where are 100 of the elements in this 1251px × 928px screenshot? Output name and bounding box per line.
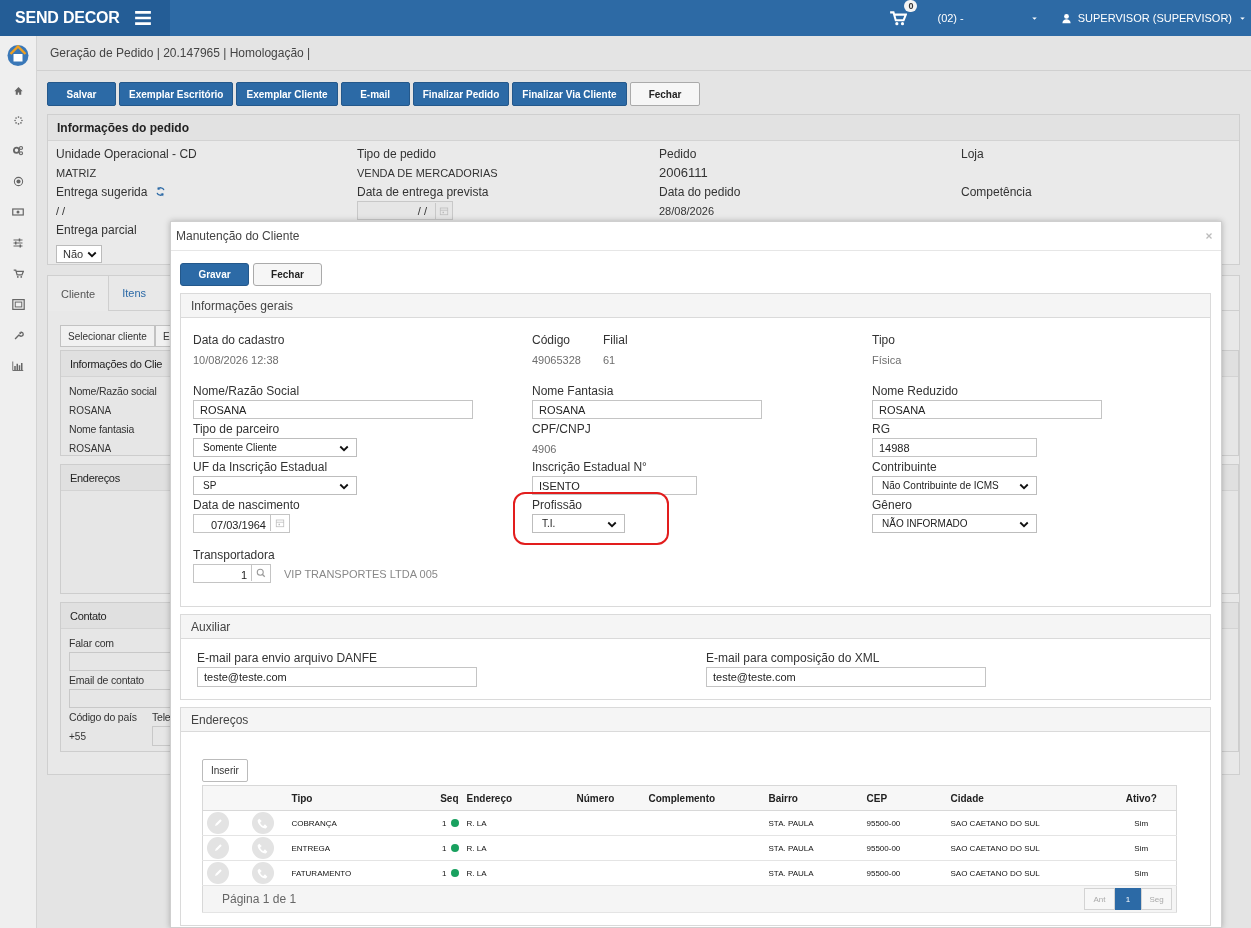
menu-icon[interactable]: [132, 9, 153, 27]
toolbar-button[interactable]: Finalizar Via Cliente: [512, 82, 627, 106]
table-cell: Sim: [1134, 818, 1149, 828]
bar-chart-icon[interactable]: [12, 360, 24, 372]
banknote-icon[interactable]: [12, 206, 24, 218]
field-label: Tipo de pedido: [357, 146, 436, 161]
field-value: +55: [69, 730, 86, 742]
field-label: Tipo: [872, 333, 895, 347]
field-label: Tipo de parceiro: [193, 422, 280, 436]
field-label: Falar com: [69, 637, 114, 649]
user-menu[interactable]: SUPERVISOR (SUPERVISOR): [1060, 12, 1247, 24]
action-button[interactable]: Selecionar cliente: [60, 325, 155, 347]
field-label: E-mail para envio arquivo DANFE: [197, 651, 378, 665]
toolbar-button[interactable]: Exemplar Escritório: [119, 82, 234, 106]
pager-button[interactable]: 1: [1115, 888, 1141, 910]
section-title: Informações gerais: [191, 298, 294, 313]
table-cell: Sim: [1134, 843, 1149, 853]
carrier-name: VIP TRANSPORTES LTDA 005: [284, 567, 438, 580]
field-label: Data de nascimento: [193, 498, 300, 512]
field-value: 61: [602, 354, 616, 366]
tab[interactable]: Cliente: [48, 276, 110, 311]
select-field[interactable]: Não Contribuinte de ICMS: [872, 476, 1037, 495]
dialog-button[interactable]: Fechar: [253, 263, 322, 286]
column-header: Ativo?: [1125, 792, 1157, 804]
select-field[interactable]: T.I.: [532, 514, 625, 533]
text-field[interactable]: ROSANA: [532, 400, 762, 419]
field-label: Filial: [602, 333, 628, 347]
store-dropdown[interactable]: (02) -: [937, 12, 1039, 24]
field-label: Nome Reduzido: [872, 384, 959, 398]
page-title: Geração de Pedido | 20.147965 | Homologação |: [50, 46, 311, 60]
field-value: / /: [56, 204, 66, 217]
spinner-icon[interactable]: [12, 115, 24, 126]
field-label: Contribuinte: [872, 460, 937, 474]
email-field[interactable]: teste@teste.com: [706, 667, 986, 687]
toolbar-button[interactable]: Salvar: [47, 82, 116, 106]
image-frame-icon[interactable]: [11, 298, 25, 311]
field-label: Nome/Razão Social: [193, 384, 300, 398]
field-value: VENDA DE MERCADORIAS: [357, 166, 498, 179]
column-header: Número: [576, 792, 615, 804]
field-label: Transportadora: [193, 548, 275, 562]
cart-icon[interactable]: [889, 9, 908, 27]
gears-icon[interactable]: [12, 145, 24, 157]
table-cell: SAO CAETANO DO SUL: [950, 868, 1040, 878]
select-field[interactable]: SP: [193, 476, 357, 495]
toolbar-button[interactable]: E-mail: [340, 82, 410, 106]
table-cell: COBRANÇA: [291, 818, 337, 828]
field-value: 4906: [532, 443, 557, 455]
toolbar-button[interactable]: Fechar: [629, 82, 701, 106]
field-label: Pedido: [659, 146, 697, 161]
field-label: Tele: [152, 711, 171, 723]
table-cell: FATURAMENTO: [291, 868, 352, 878]
toolbar-button[interactable]: Exemplar Cliente: [236, 82, 338, 106]
home-icon[interactable]: [12, 85, 24, 96]
sliders-icon[interactable]: [12, 237, 24, 249]
cart-icon[interactable]: [12, 268, 24, 279]
field-label: Email de contato: [69, 674, 144, 686]
text-field[interactable]: 14988: [872, 438, 1037, 457]
insert-button[interactable]: Inserir: [202, 759, 248, 782]
table-cell: 1: [442, 843, 447, 853]
text-field[interactable]: ROSANA: [193, 400, 473, 419]
house-logo-icon[interactable]: [6, 42, 30, 66]
field-label: E-mail para composição do XML: [706, 651, 880, 665]
toolbar-button[interactable]: Finalizar Pedido: [412, 82, 510, 106]
date-field[interactable]: / /: [357, 201, 453, 220]
panel-title: Informações do pedido: [57, 120, 189, 135]
column-header: Complemento: [648, 792, 716, 804]
refresh-icon[interactable]: [155, 186, 167, 197]
pencil-icon: [212, 817, 224, 829]
column-header: Bairro: [768, 792, 798, 804]
wrench-icon[interactable]: [12, 330, 24, 341]
panel-title: Endereços: [70, 471, 120, 484]
field-label: Código: [532, 333, 571, 347]
field-label: Data do cadastro: [193, 333, 285, 347]
column-header: CEP: [866, 792, 888, 804]
table-cell: 95500-00: [866, 868, 901, 878]
text-field[interactable]: ISENTO: [532, 476, 697, 495]
cart-count-badge: 0: [904, 0, 918, 12]
email-field[interactable]: teste@teste.com: [197, 667, 477, 687]
text-field[interactable]: ROSANA: [872, 400, 1102, 419]
column-header: Endereço: [466, 792, 513, 804]
select-field[interactable]: Somente Cliente: [193, 438, 357, 457]
select-field[interactable]: NÃO INFORMADO: [872, 514, 1037, 533]
tab[interactable]: Itens: [109, 276, 160, 310]
user-icon: [1060, 12, 1072, 24]
field-label: Código do país: [69, 711, 137, 723]
lookup-field[interactable]: 1: [193, 564, 271, 583]
field-value: Física: [872, 354, 902, 366]
phone-icon: [256, 816, 269, 830]
date-field[interactable]: 07/03/1964: [193, 514, 290, 533]
field-label: Nome Fantasia: [532, 384, 614, 398]
field-label: RG: [872, 422, 890, 436]
dialog-button[interactable]: Gravar: [180, 263, 249, 286]
section-title: Auxiliar: [191, 619, 231, 634]
table-cell: 95500-00: [866, 843, 901, 853]
field-value: 28/08/2026: [659, 204, 715, 217]
field-value: 49065328: [532, 354, 581, 366]
select-field[interactable]: Não: [56, 245, 102, 263]
table-cell: R. LA: [466, 868, 487, 878]
field-label: Entrega parcial: [56, 222, 137, 237]
target-icon[interactable]: [12, 176, 24, 187]
